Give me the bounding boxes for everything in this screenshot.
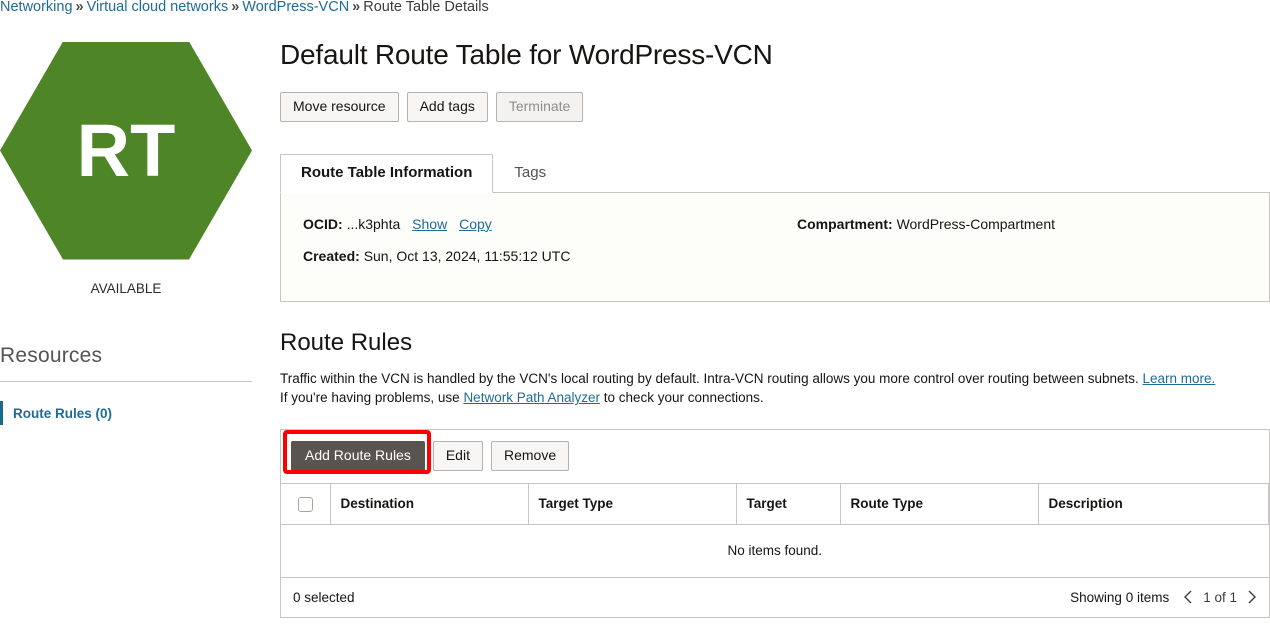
- pagination: 1 of 1: [1183, 589, 1257, 605]
- route-table-information-panel: OCID: ...k3phta Show Copy Created: Sun, …: [280, 192, 1270, 302]
- column-header-target-type[interactable]: Target Type: [528, 484, 736, 525]
- move-resource-button[interactable]: Move resource: [280, 92, 399, 122]
- description-line2-text: If you're having problems, use: [280, 390, 463, 405]
- route-table-details-page: Networking»Virtual cloud networks»WordPr…: [0, 0, 1270, 625]
- created-label: Created:: [303, 248, 360, 264]
- breadcrumb-item-virtual-cloud-networks[interactable]: Virtual cloud networks: [87, 0, 229, 15]
- select-all-cell: [281, 484, 330, 525]
- chevron-left-icon[interactable]: [1183, 589, 1193, 605]
- route-rules-table-container: Add Route Rules Edit Remove Destination: [280, 429, 1270, 618]
- select-all-checkbox[interactable]: [298, 497, 313, 512]
- remove-button[interactable]: Remove: [491, 441, 569, 471]
- table-header-row: Destination Target Type Target Route Typ…: [281, 484, 1269, 525]
- selected-count: 0 selected: [293, 590, 355, 605]
- learn-more-link[interactable]: Learn more.: [1143, 371, 1216, 386]
- route-rules-description: Traffic within the VCN is handled by the…: [280, 369, 1265, 407]
- sidebar-item-label: Route Rules (0): [13, 406, 112, 421]
- column-header-target[interactable]: Target: [736, 484, 840, 525]
- ocid-label: OCID:: [303, 216, 343, 232]
- copy-ocid-link[interactable]: Copy: [459, 216, 492, 232]
- show-ocid-link[interactable]: Show: [412, 216, 447, 232]
- tab-tags[interactable]: Tags: [493, 154, 567, 192]
- active-indicator: [0, 401, 3, 425]
- column-header-destination[interactable]: Destination: [330, 484, 528, 525]
- compartment-label: Compartment:: [797, 216, 893, 232]
- compartment-row: Compartment: WordPress-Compartment: [797, 215, 1247, 233]
- network-path-analyzer-link[interactable]: Network Path Analyzer: [463, 390, 600, 405]
- created-row: Created: Sun, Oct 13, 2024, 11:55:12 UTC: [303, 247, 797, 265]
- sidebar-divider: [0, 381, 252, 382]
- terminate-button: Terminate: [496, 92, 583, 122]
- ocid-value: ...k3phta: [347, 216, 401, 232]
- breadcrumb-separator: »: [231, 0, 239, 15]
- add-tags-button[interactable]: Add tags: [407, 92, 488, 122]
- empty-state-text: No items found.: [281, 525, 1269, 578]
- tab-route-table-information[interactable]: Route Table Information: [280, 154, 493, 193]
- resource-initials: RT: [77, 114, 176, 188]
- header-action-bar: Move resource Add tags Terminate: [280, 92, 1270, 122]
- column-header-route-type[interactable]: Route Type: [840, 484, 1038, 525]
- page-title: Default Route Table for WordPress-VCN: [280, 38, 1270, 72]
- edit-button[interactable]: Edit: [433, 441, 483, 471]
- main-content: Default Route Table for WordPress-VCN Mo…: [280, 0, 1270, 618]
- add-route-rules-button[interactable]: Add Route Rules: [291, 441, 425, 471]
- route-rules-heading: Route Rules: [280, 328, 1270, 358]
- ocid-row: OCID: ...k3phta Show Copy: [303, 215, 797, 233]
- left-sidebar: RT AVAILABLE Resources Route Rules (0): [0, 28, 252, 425]
- table-empty-row: No items found.: [281, 525, 1269, 578]
- compartment-value: WordPress-Compartment: [897, 216, 1055, 232]
- sidebar-item-route-rules[interactable]: Route Rules (0): [0, 401, 252, 425]
- showing-count: Showing 0 items: [1070, 590, 1169, 605]
- table-toolbar: Add Route Rules Edit Remove: [281, 430, 1269, 483]
- hexagon-icon: RT: [0, 42, 252, 260]
- resource-badge: RT: [0, 28, 252, 273]
- status-badge: AVAILABLE: [0, 281, 252, 296]
- description-line1-text: Traffic within the VCN is handled by the…: [280, 371, 1143, 386]
- breadcrumb-item-networking[interactable]: Networking: [0, 0, 73, 15]
- table-footer: 0 selected Showing 0 items 1 of 1: [281, 578, 1269, 617]
- page-indicator: 1 of 1: [1203, 590, 1237, 605]
- resources-heading: Resources: [0, 344, 252, 368]
- breadcrumb-separator: »: [76, 0, 84, 15]
- description-line2-suffix: to check your connections.: [600, 390, 764, 405]
- column-header-description[interactable]: Description: [1038, 484, 1269, 525]
- created-value: Sun, Oct 13, 2024, 11:55:12 UTC: [364, 248, 571, 264]
- chevron-right-icon[interactable]: [1247, 589, 1257, 605]
- tab-bar: Route Table Information Tags: [280, 154, 1270, 192]
- route-rules-table: Destination Target Type Target Route Typ…: [281, 483, 1269, 578]
